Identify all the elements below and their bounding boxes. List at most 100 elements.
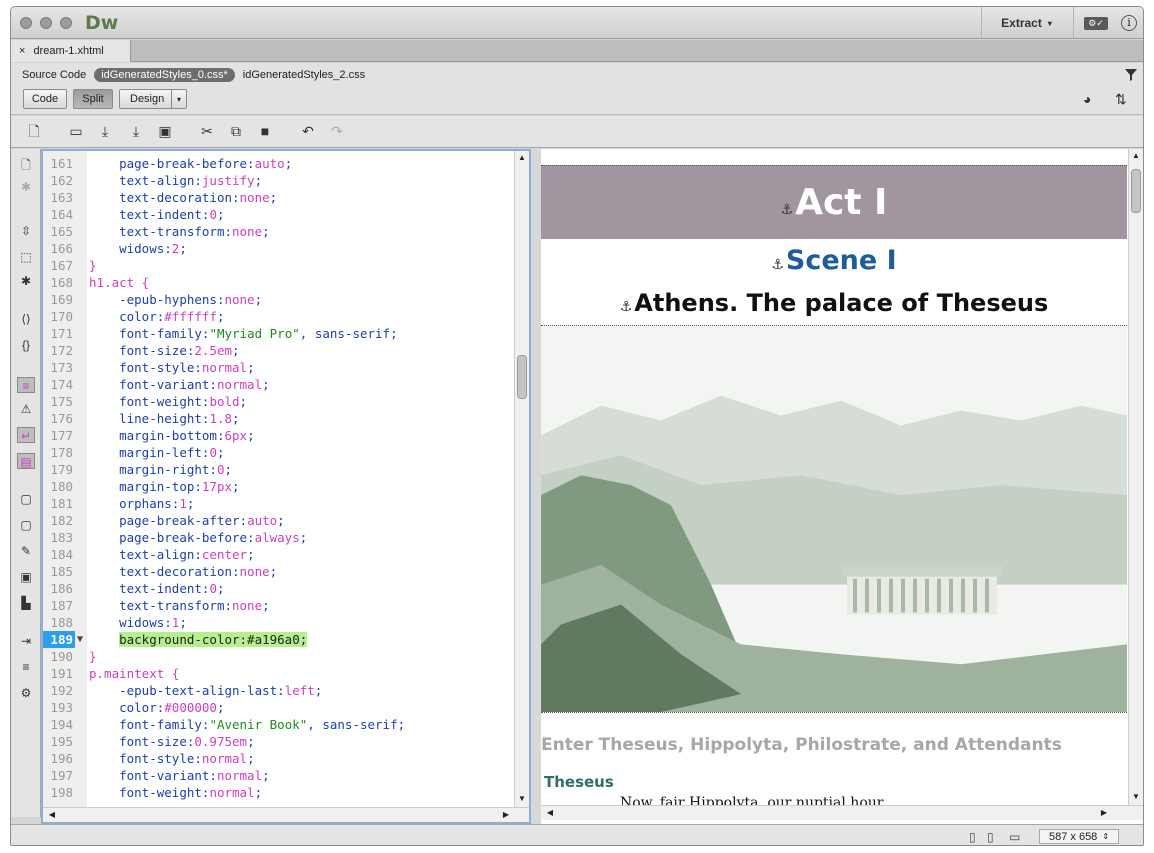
code-line[interactable]: 191 p.maintext { xyxy=(43,665,515,682)
code-line[interactable]: 190} xyxy=(43,648,515,665)
code-line[interactable]: 171 font-family:"Myriad Pro", sans-serif… xyxy=(43,325,515,342)
code-line[interactable]: 194 font-family:"Avenir Book", sans-seri… xyxy=(43,716,515,733)
code-line[interactable]: 180 margin-top:17px; xyxy=(43,478,515,495)
code-line[interactable]: 198 font-weight:normal; xyxy=(43,784,515,801)
expand-all-icon[interactable]: ✱ xyxy=(17,273,35,289)
close-tab-icon[interactable]: × xyxy=(19,45,25,57)
code-line[interactable]: 185 text-decoration:none; xyxy=(43,563,515,580)
code-line[interactable]: 164 text-indent:0; xyxy=(43,206,515,223)
split-divider[interactable] xyxy=(531,149,541,824)
code-line[interactable]: 187 text-transform:none; xyxy=(43,597,515,614)
code-line[interactable]: 181 orphans:1; xyxy=(43,495,515,512)
code-line[interactable]: 197 font-variant:normal; xyxy=(43,767,515,784)
code-line[interactable]: 174 font-variant:normal; xyxy=(43,376,515,393)
code-line[interactable]: 188 widows:1; xyxy=(43,614,515,631)
code-line[interactable]: 184 text-align:center; xyxy=(43,546,515,563)
live-scroll-thumb[interactable] xyxy=(1131,169,1141,213)
live-vertical-scrollbar[interactable]: ▲ ▼ xyxy=(1128,149,1143,805)
cut-icon[interactable]: ✂ xyxy=(198,123,216,139)
code-line[interactable]: 192 -epub-text-align-last:left; xyxy=(43,682,515,699)
format-source-icon[interactable]: ⚙ xyxy=(17,685,35,701)
code-line[interactable]: 195 font-size:0.975em; xyxy=(43,733,515,750)
code-line[interactable]: 167} xyxy=(43,257,515,274)
code-line[interactable]: 182 page-break-after:auto; xyxy=(43,512,515,529)
paste-icon[interactable]: ■ xyxy=(256,123,274,139)
stage-direction[interactable]: Enter Theseus, Hippolyta, Philostrate, a… xyxy=(541,735,1062,755)
split-view-button[interactable]: Split xyxy=(73,89,113,109)
related-file[interactable]: idGeneratedStyles_2.css xyxy=(243,69,365,81)
code-line[interactable]: 183 page-break-before:always; xyxy=(43,529,515,546)
act-heading[interactable]: ⚓Act I xyxy=(541,165,1127,239)
document-tab[interactable]: × dream-1.xhtml xyxy=(11,40,131,62)
code-scroll-thumb[interactable] xyxy=(517,355,527,399)
code-line[interactable]: 172 font-size:2.5em; xyxy=(43,342,515,359)
view-dropdown-arrow[interactable]: ▾ xyxy=(171,89,187,109)
sort-icon[interactable]: ⇅ xyxy=(1115,91,1127,108)
download-icon[interactable]: ⤓ xyxy=(96,123,114,139)
source-code-link[interactable]: Source Code xyxy=(22,69,86,81)
tablet-size-icon[interactable]: ▯ xyxy=(987,830,994,844)
scroll-right-arrow[interactable]: ▶ xyxy=(1097,806,1111,819)
collapse-selection-icon[interactable]: ⬚ xyxy=(17,249,35,265)
indent-code-icon[interactable]: ⇥ xyxy=(17,633,35,649)
collapse-tag-icon[interactable]: ⇳ xyxy=(17,223,35,239)
scroll-up-arrow[interactable]: ▲ xyxy=(515,151,529,164)
speaker-name[interactable]: Theseus xyxy=(544,773,614,791)
zoom-window-button[interactable] xyxy=(60,17,72,29)
outdent-code-icon[interactable]: ≡ xyxy=(17,659,35,675)
window-size-select[interactable]: 587 x 658 ⇕ xyxy=(1039,829,1119,844)
scroll-down-arrow[interactable]: ▼ xyxy=(515,792,529,805)
code-line[interactable]: 175 font-weight:bold; xyxy=(43,393,515,410)
code-line[interactable]: 168 h1.act { xyxy=(43,274,515,291)
code-line[interactable]: 178 margin-left:0; xyxy=(43,444,515,461)
word-wrap-icon[interactable]: ↵ xyxy=(17,427,35,443)
scroll-left-arrow[interactable]: ◀ xyxy=(543,806,557,819)
code-line[interactable]: 162 text-align:justify; xyxy=(43,172,515,189)
code-line[interactable]: 173 font-style:normal; xyxy=(43,359,515,376)
mobile-size-icon[interactable]: ▯ xyxy=(969,830,976,844)
code-line[interactable]: 176 line-height:1.8; xyxy=(43,410,515,427)
code-line[interactable]: 189 ▼ background-color:#a196a0; xyxy=(43,631,515,648)
code-line[interactable]: 196 font-style:normal; xyxy=(43,750,515,767)
desktop-size-icon[interactable]: ▭ xyxy=(1009,830,1020,844)
code-line[interactable]: 166 widows:2; xyxy=(43,240,515,257)
live-view-pane[interactable]: ⚓Act I ⚓Scene I ⚓Athens. The palace of T… xyxy=(541,149,1143,824)
line-numbers-icon[interactable]: ≡ xyxy=(17,377,35,393)
code-line[interactable]: 161 page-break-before:auto; xyxy=(43,155,515,172)
code-horizontal-scrollbar[interactable]: ◀ ▶ xyxy=(43,807,529,822)
extract-menu[interactable]: Extract ▾ xyxy=(981,7,1071,39)
copy-icon[interactable]: ⧉ xyxy=(227,123,245,139)
remove-comment-icon[interactable]: ▢ xyxy=(17,517,35,533)
apply-comment-icon[interactable]: ▢ xyxy=(17,491,35,507)
code-line[interactable]: 165 text-transform:none; xyxy=(43,223,515,240)
code-line[interactable]: 193 color:#000000; xyxy=(43,699,515,716)
open-documents-icon[interactable]: 🗋 xyxy=(17,157,35,173)
syntax-coloring-icon[interactable]: ▤ xyxy=(17,453,35,469)
save-all-icon[interactable]: ⤓ xyxy=(127,123,145,139)
code-line[interactable]: 169 -epub-hyphens:none; xyxy=(43,291,515,308)
globe-icon[interactable]: ◕ xyxy=(1083,91,1091,107)
code-line[interactable]: 170 color:#ffffff; xyxy=(43,308,515,325)
filter-icon[interactable] xyxy=(1125,69,1137,81)
code-line[interactable]: 163 text-decoration:none; xyxy=(43,189,515,206)
info-icon[interactable]: i xyxy=(1121,15,1137,31)
scene-heading[interactable]: ⚓Scene I xyxy=(541,245,1127,276)
select-parent-tag-icon[interactable]: ⟨⟩ xyxy=(17,311,35,327)
code-view-button[interactable]: Code xyxy=(23,89,67,109)
save-icon[interactable]: ▣ xyxy=(156,123,174,139)
wrap-tag-icon[interactable]: ✎ xyxy=(17,543,35,559)
scroll-up-arrow[interactable]: ▲ xyxy=(1129,149,1143,162)
sync-settings[interactable]: ⚙✓ xyxy=(1073,7,1118,39)
redo-icon[interactable]: ↷ xyxy=(328,123,346,139)
related-file-active[interactable]: idGeneratedStyles_0.css* xyxy=(94,68,235,82)
recent-snippets-icon[interactable]: ▣ xyxy=(17,569,35,585)
code-view-pane[interactable]: 161 page-break-before:auto; 162 text-alig… xyxy=(41,149,531,824)
code-vertical-scrollbar[interactable]: ▲ ▼ xyxy=(514,151,529,807)
move-css-icon[interactable]: ▙ xyxy=(17,595,35,611)
undo-icon[interactable]: ↶ xyxy=(299,123,317,139)
code-lines[interactable]: 161 page-break-before:auto; 162 text-alig… xyxy=(43,155,515,801)
minimize-window-button[interactable] xyxy=(40,17,52,29)
new-document-icon[interactable]: 🗋 xyxy=(25,123,43,139)
highlight-invalid-code-icon[interactable]: ⚠ xyxy=(17,401,35,417)
close-window-button[interactable] xyxy=(20,17,32,29)
